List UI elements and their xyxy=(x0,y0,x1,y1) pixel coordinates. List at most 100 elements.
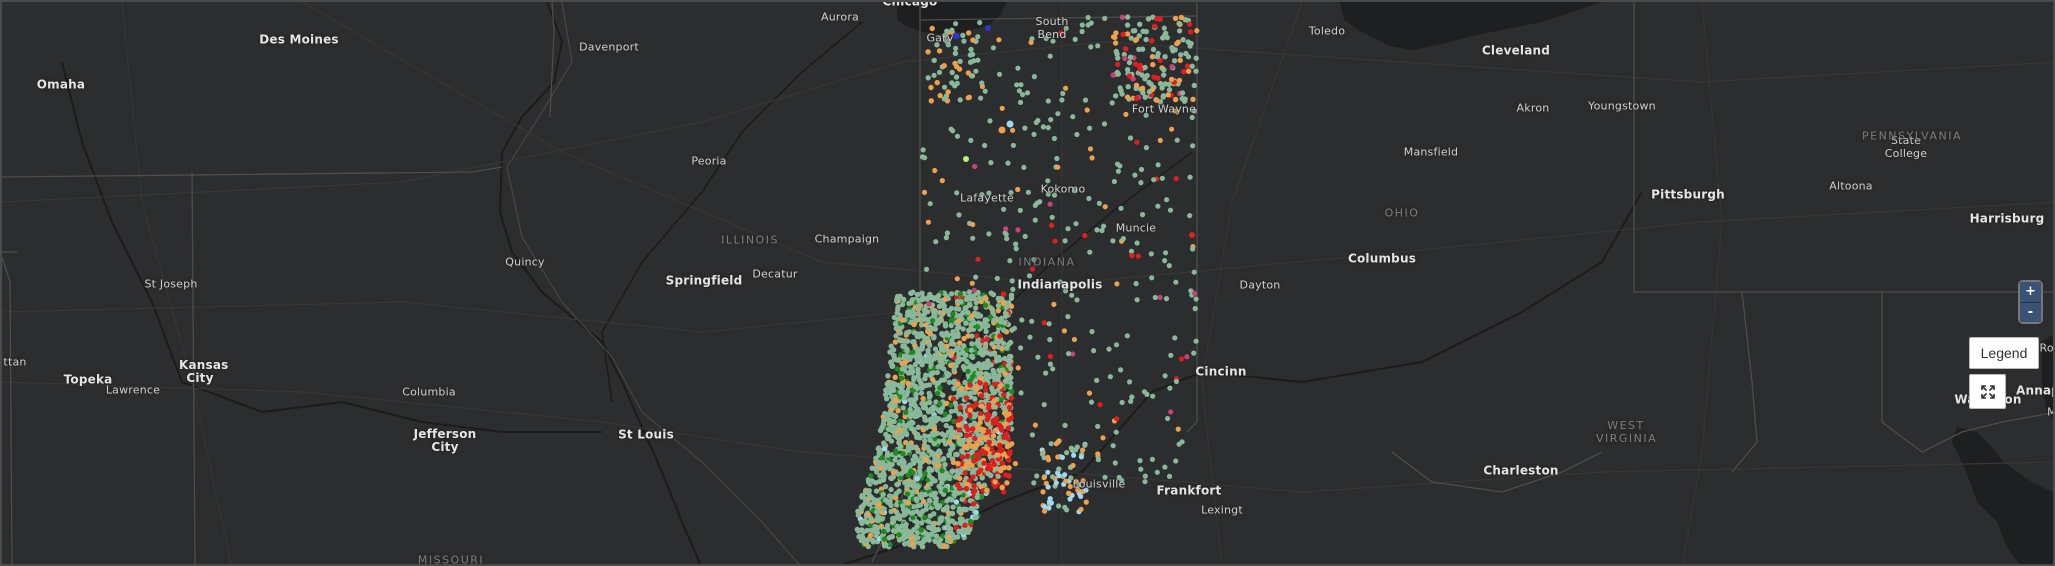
site-point[interactable] xyxy=(1041,320,1047,326)
site-point[interactable] xyxy=(1191,350,1197,356)
site-point[interactable] xyxy=(1127,54,1134,60)
site-point[interactable] xyxy=(1136,33,1143,39)
site-point[interactable] xyxy=(1082,442,1088,448)
site-point[interactable] xyxy=(995,308,1001,314)
site-point[interactable] xyxy=(972,488,978,494)
site-point[interactable] xyxy=(1055,111,1061,117)
site-point[interactable] xyxy=(1182,96,1188,102)
site-point[interactable] xyxy=(901,429,908,435)
site-point[interactable] xyxy=(886,535,892,541)
site-point[interactable] xyxy=(1173,458,1179,464)
site-point[interactable] xyxy=(880,491,886,498)
site-point[interactable] xyxy=(1095,43,1101,49)
site-point[interactable] xyxy=(897,459,903,465)
site-point[interactable] xyxy=(896,513,902,519)
site-point[interactable] xyxy=(946,414,953,420)
site-point[interactable] xyxy=(1089,155,1095,161)
fullscreen-button[interactable] xyxy=(1969,374,2006,409)
site-point[interactable] xyxy=(1005,160,1011,166)
site-point[interactable] xyxy=(977,415,984,421)
site-point[interactable] xyxy=(910,470,916,476)
site-point[interactable] xyxy=(931,57,937,64)
site-point[interactable] xyxy=(997,333,1003,339)
site-point[interactable] xyxy=(1126,73,1133,79)
site-point[interactable] xyxy=(1024,90,1031,96)
site-point[interactable] xyxy=(1125,84,1131,90)
site-point[interactable] xyxy=(884,522,891,529)
site-point[interactable] xyxy=(929,430,936,437)
site-point[interactable] xyxy=(909,535,915,541)
site-point[interactable] xyxy=(1189,63,1195,69)
site-point[interactable] xyxy=(1060,90,1066,97)
site-point[interactable] xyxy=(963,432,970,439)
site-point[interactable] xyxy=(920,359,926,365)
site-point[interactable] xyxy=(1008,353,1014,360)
site-point[interactable] xyxy=(1079,22,1085,28)
site-point[interactable] xyxy=(995,452,1001,458)
site-point[interactable] xyxy=(1150,61,1156,68)
site-point[interactable] xyxy=(923,316,930,322)
site-point[interactable] xyxy=(992,381,998,387)
site-point[interactable] xyxy=(1159,175,1165,181)
site-point[interactable] xyxy=(863,538,869,545)
site-point[interactable] xyxy=(929,25,935,32)
site-point[interactable] xyxy=(1193,68,1199,74)
site-point[interactable] xyxy=(995,295,1002,302)
site-point[interactable] xyxy=(1006,473,1012,479)
site-point[interactable] xyxy=(932,326,938,332)
site-point[interactable] xyxy=(933,239,939,245)
site-point[interactable] xyxy=(942,84,948,90)
site-point[interactable] xyxy=(1112,40,1119,46)
site-point[interactable] xyxy=(996,422,1003,428)
site-point[interactable] xyxy=(920,395,926,402)
site-point[interactable] xyxy=(874,469,880,475)
site-point[interactable] xyxy=(990,45,997,51)
site-point[interactable] xyxy=(907,364,913,370)
site-point[interactable] xyxy=(949,510,955,517)
site-point[interactable] xyxy=(882,410,888,417)
site-point[interactable] xyxy=(994,275,1000,281)
site-point[interactable] xyxy=(973,383,980,390)
site-point[interactable] xyxy=(1127,379,1133,385)
site-point[interactable] xyxy=(1110,443,1116,449)
site-point[interactable] xyxy=(961,335,967,342)
site-point[interactable] xyxy=(956,324,962,330)
site-point[interactable] xyxy=(940,356,946,362)
site-point[interactable] xyxy=(932,538,938,545)
site-point[interactable] xyxy=(974,340,980,346)
site-point[interactable] xyxy=(1161,72,1167,78)
site-point[interactable] xyxy=(920,404,927,411)
site-point[interactable] xyxy=(1040,124,1046,130)
site-point[interactable] xyxy=(951,492,958,498)
site-point[interactable] xyxy=(1165,415,1171,422)
site-point[interactable] xyxy=(1072,36,1078,43)
site-point[interactable] xyxy=(971,320,977,326)
site-point[interactable] xyxy=(1119,399,1125,406)
site-point[interactable] xyxy=(1015,186,1021,193)
site-point[interactable] xyxy=(1165,92,1171,98)
site-point[interactable] xyxy=(1002,378,1009,384)
site-point[interactable] xyxy=(901,296,907,303)
site-point[interactable] xyxy=(1022,125,1028,131)
site-point[interactable] xyxy=(1088,44,1094,50)
site-point[interactable] xyxy=(926,301,932,307)
site-point[interactable] xyxy=(964,296,970,302)
site-point[interactable] xyxy=(950,504,956,510)
site-point[interactable] xyxy=(1178,14,1185,21)
site-point[interactable] xyxy=(1128,398,1134,404)
site-point[interactable] xyxy=(879,455,885,461)
site-point[interactable] xyxy=(1125,14,1131,20)
site-point[interactable] xyxy=(1189,232,1195,238)
site-point[interactable] xyxy=(987,351,994,357)
site-point[interactable] xyxy=(1056,466,1062,472)
site-point[interactable] xyxy=(1138,180,1144,186)
site-point[interactable] xyxy=(1172,96,1179,103)
site-point[interactable] xyxy=(918,527,924,533)
site-point[interactable] xyxy=(966,289,973,295)
site-point[interactable] xyxy=(983,341,989,347)
site-point[interactable] xyxy=(1062,504,1068,510)
site-point[interactable] xyxy=(1039,451,1046,457)
site-point[interactable] xyxy=(1166,263,1172,269)
site-point[interactable] xyxy=(908,401,914,408)
site-point[interactable] xyxy=(912,453,918,459)
